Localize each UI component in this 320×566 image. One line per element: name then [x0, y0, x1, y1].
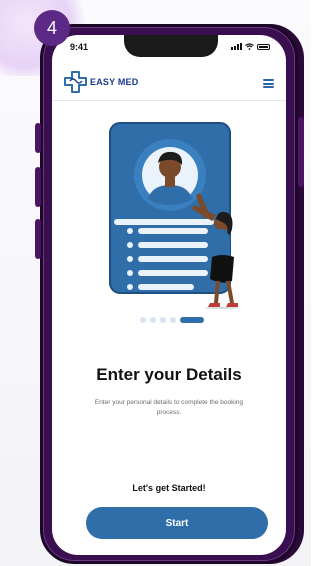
- phone-screen: 9:41 EASY MED Enter your Details Enter y…: [52, 35, 286, 555]
- medical-cross-logo-icon: [64, 71, 87, 93]
- power-button: [298, 117, 304, 187]
- cta-text: Let's get Started!: [132, 483, 206, 493]
- page-title: Enter your Details: [96, 365, 242, 384]
- signal-icon: [231, 43, 242, 50]
- carousel-dot[interactable]: [160, 317, 166, 323]
- status-icons: [231, 43, 270, 50]
- page-description: Enter your personal details to complete …: [94, 399, 244, 416]
- wifi-icon: [245, 43, 254, 50]
- battery-icon: [257, 43, 270, 50]
- side-button: [35, 167, 41, 207]
- app-header: EASY MED: [52, 65, 286, 101]
- status-time: 9:41: [70, 42, 89, 52]
- notch: [124, 35, 218, 57]
- side-button: [35, 123, 41, 153]
- stage: 9:41 EASY MED Enter your Details Enter y…: [0, 0, 311, 566]
- carousel-dot[interactable]: [150, 317, 156, 323]
- side-button: [35, 219, 41, 259]
- carousel-dot[interactable]: [140, 317, 146, 323]
- app-logo[interactable]: EASY MED: [64, 71, 138, 93]
- brand-name: EASY MED: [90, 77, 139, 87]
- phone-frame: 9:41 EASY MED Enter your Details Enter y…: [35, 24, 304, 564]
- carousel-indicator: [140, 317, 204, 323]
- carousel-dot-active[interactable]: [180, 317, 204, 323]
- step-number-badge: 4: [34, 10, 70, 46]
- carousel-dot[interactable]: [170, 317, 176, 323]
- onboarding-illustration: [109, 122, 240, 309]
- start-button[interactable]: Start: [86, 507, 268, 539]
- hamburger-menu-icon[interactable]: [263, 79, 274, 88]
